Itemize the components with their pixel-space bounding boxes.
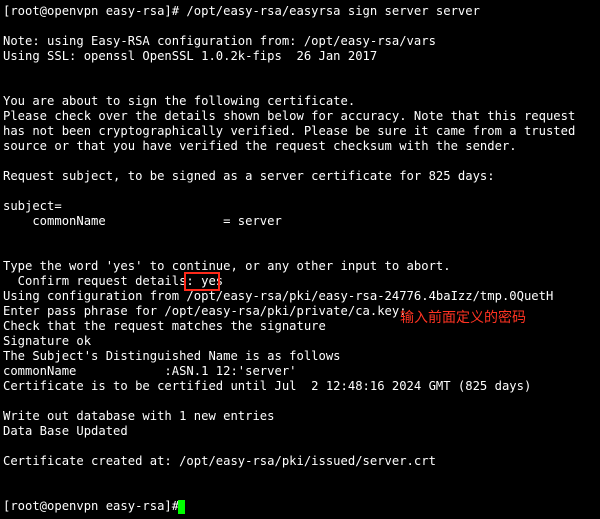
terminal-line: Signature ok bbox=[3, 334, 92, 348]
terminal-line: Check that the request matches the signa… bbox=[3, 319, 326, 333]
terminal-line: source or that you have verified the req… bbox=[3, 139, 517, 153]
terminal-line: commonName = server bbox=[3, 214, 282, 228]
annotation-label: 输入前面定义的密码 bbox=[400, 310, 526, 326]
terminal-line: has not been cryptographically verified.… bbox=[3, 124, 576, 138]
terminal-line: Note: using Easy-RSA configuration from:… bbox=[3, 34, 436, 48]
terminal-window[interactable]: [root@openvpn easy-rsa]# /opt/easy-rsa/e… bbox=[0, 0, 600, 519]
terminal-line: commonName :ASN.1 12:'server' bbox=[3, 364, 297, 378]
terminal-line: The Subject's Distinguished Name is as f… bbox=[3, 349, 341, 363]
terminal-cursor bbox=[178, 500, 185, 514]
terminal-line: Certificate created at: /opt/easy-rsa/pk… bbox=[3, 454, 436, 468]
highlight-box bbox=[184, 272, 220, 291]
terminal-line: [root@openvpn easy-rsa]# /opt/easy-rsa/e… bbox=[3, 4, 480, 18]
terminal-prompt[interactable]: [root@openvpn easy-rsa]# bbox=[3, 499, 186, 514]
terminal-line: Enter pass phrase for /opt/easy-rsa/pki/… bbox=[3, 304, 407, 318]
terminal-line: Type the word 'yes' to continue, or any … bbox=[3, 259, 451, 273]
terminal-line: Write out database with 1 new entries bbox=[3, 409, 275, 423]
terminal-line: Using configuration from /opt/easy-rsa/p… bbox=[3, 289, 554, 303]
terminal-line: Please check over the details shown belo… bbox=[3, 109, 576, 123]
terminal-line: You are about to sign the following cert… bbox=[3, 94, 356, 108]
terminal-line: Certificate is to be certified until Jul… bbox=[3, 379, 532, 393]
terminal-line: Using SSL: openssl OpenSSL 1.0.2k-fips 2… bbox=[3, 49, 378, 63]
terminal-line: subject= bbox=[3, 199, 62, 213]
terminal-line: Request subject, to be signed as a serve… bbox=[3, 169, 495, 183]
terminal-line: Data Base Updated bbox=[3, 424, 128, 438]
